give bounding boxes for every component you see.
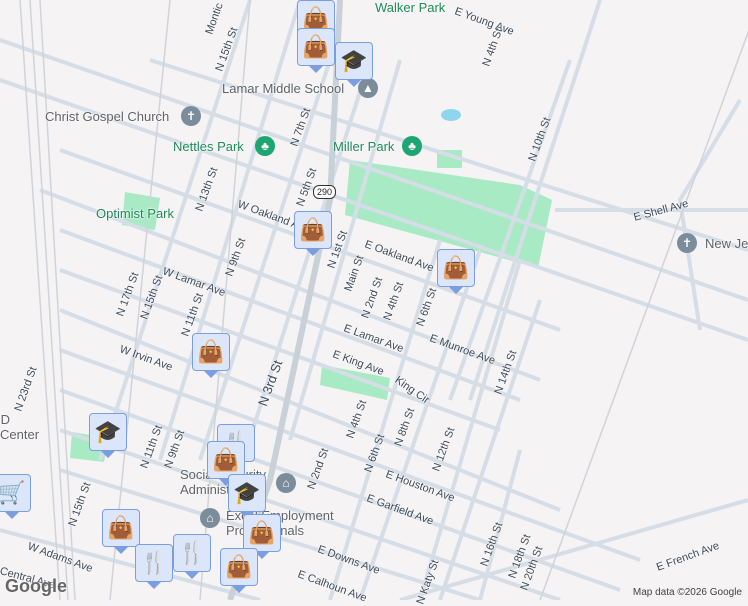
map-attribution[interactable]: Map data ©2026 Google <box>630 587 744 598</box>
shopping-marker[interactable]: 👜 <box>297 28 335 74</box>
church-icon[interactable]: ✝ <box>677 233 697 253</box>
place-label[interactable]: SD Center <box>0 412 40 442</box>
shopping-bag-icon: 👜 <box>437 249 475 287</box>
shopping-bag-icon: 👜 <box>192 333 230 371</box>
park-label: Miller Park <box>333 139 395 154</box>
highway-290-shield: 290 <box>313 185 337 199</box>
place-label[interactable]: Christ Gospel Church <box>45 109 169 124</box>
shopping-bag-icon: 👜 <box>294 211 332 249</box>
shopping-cart-marker[interactable]: 🛒 <box>0 474 31 520</box>
education-marker[interactable]: 🎓 <box>335 42 373 88</box>
place-label[interactable]: New Je <box>705 236 748 251</box>
park-label: Walker Park <box>375 0 446 15</box>
shopping-bag-icon: 👜 <box>297 28 335 66</box>
park-label: Nettles Park <box>173 139 244 154</box>
graduation-cap-icon: 🎓 <box>228 474 266 512</box>
graduation-cap-icon: 🎓 <box>89 413 127 451</box>
fork-knife-icon: 🍴 <box>135 544 173 582</box>
church-icon[interactable]: ✝ <box>181 106 201 126</box>
graduation-cap-icon: 🎓 <box>335 42 373 80</box>
park-label: Optimist Park <box>96 206 175 221</box>
government-building-icon[interactable]: ⌂ <box>200 508 220 528</box>
government-building-icon[interactable]: ⌂ <box>276 473 296 493</box>
park-tree-icon[interactable]: ♣ <box>255 136 275 156</box>
google-logo[interactable]: Google <box>5 576 67 597</box>
restaurant-marker[interactable]: 🍴 <box>135 544 173 590</box>
shopping-marker[interactable]: 👜 <box>192 333 230 379</box>
shopping-bag-icon: 👜 <box>102 509 140 547</box>
fork-knife-icon: 🍴 <box>173 534 211 572</box>
shopping-marker[interactable]: 👜 <box>294 211 332 257</box>
shopping-cart-icon: 🛒 <box>0 474 31 512</box>
shopping-bag-icon: 👜 <box>220 548 258 586</box>
park-tree-icon[interactable]: ♣ <box>402 136 422 156</box>
shopping-marker[interactable]: 👜 <box>437 249 475 295</box>
education-marker[interactable]: 🎓 <box>89 413 127 459</box>
shopping-bag-icon: 👜 <box>243 514 281 552</box>
restaurant-marker[interactable]: 🍴 <box>173 534 211 580</box>
shopping-marker[interactable]: 👜 <box>220 548 258 594</box>
place-label[interactable]: Lamar Middle School <box>222 81 344 96</box>
